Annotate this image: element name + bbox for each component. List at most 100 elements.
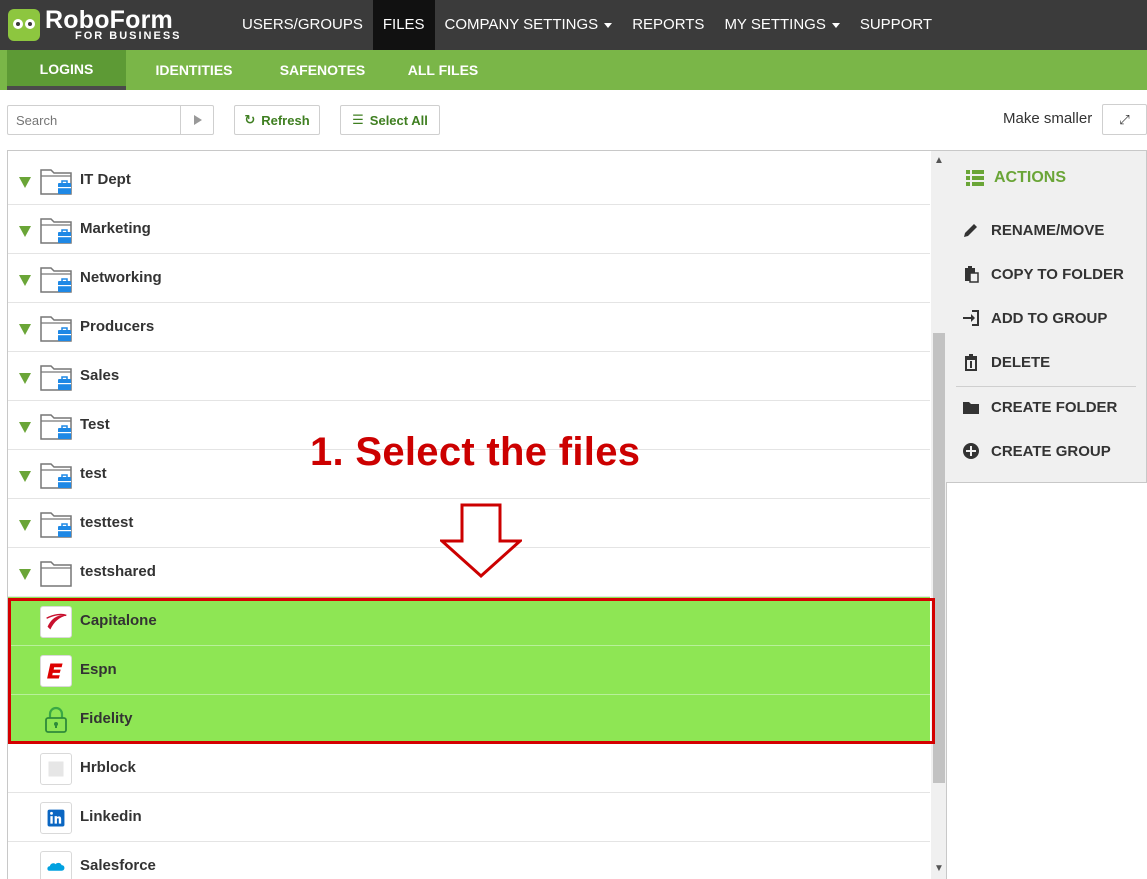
folder-icon — [40, 512, 72, 538]
create-group-button[interactable]: CREATE GROUP — [962, 442, 1111, 460]
top-bar: RoboForm FOR BUSINESS USERS/GROUPS FILES… — [0, 0, 1147, 50]
chevron-down-icon — [604, 22, 613, 28]
expand-triangle-icon[interactable] — [19, 275, 31, 286]
file-name: Producers — [80, 318, 155, 335]
actions-header: ACTIONS — [966, 169, 1066, 187]
folder-icon — [40, 365, 72, 391]
create-folder-button[interactable]: CREATE FOLDER — [962, 398, 1117, 416]
file-name: Test — [80, 416, 110, 433]
tab-identities[interactable]: IDENTITIES — [126, 50, 262, 90]
nav-my-settings[interactable]: MY SETTINGS — [714, 0, 849, 50]
file-name: Networking — [80, 269, 162, 286]
folder-icon — [40, 169, 72, 195]
folder-row[interactable]: Marketing — [8, 205, 930, 254]
actions-divider — [956, 386, 1136, 387]
nav-users-groups[interactable]: USERS/GROUPS — [232, 0, 373, 50]
roboform-logo-icon — [8, 9, 40, 41]
rename-move-button[interactable]: RENAME/MOVE — [962, 221, 1104, 239]
blank-site-icon — [40, 753, 72, 785]
login-row[interactable]: Espn — [8, 646, 930, 695]
expand-triangle-icon[interactable] — [19, 569, 31, 580]
tab-all-files[interactable]: ALL FILES — [383, 50, 503, 90]
list-icon — [966, 170, 984, 186]
refresh-icon: ↻ — [244, 112, 256, 127]
actions-panel: ACTIONS RENAME/MOVE COPY TO FOLDER ADD T… — [946, 150, 1147, 483]
make-smaller-label: Make smaller — [1003, 110, 1093, 127]
refresh-button[interactable]: ↻ Refresh — [234, 105, 320, 135]
folder-icon — [40, 414, 72, 440]
plus-circle-icon — [963, 443, 979, 459]
search-input[interactable] — [8, 106, 181, 134]
file-name: IT Dept — [80, 171, 131, 188]
tab-safenotes[interactable]: SAFENOTES — [262, 50, 383, 90]
scroll-thumb[interactable] — [933, 333, 945, 783]
trash-icon — [965, 354, 977, 371]
file-name: testshared — [80, 563, 156, 580]
login-row[interactable]: Hrblock — [8, 744, 930, 793]
expand-triangle-icon[interactable] — [19, 324, 31, 335]
arrow-down-icon — [440, 503, 522, 579]
copy-to-folder-button[interactable]: COPY TO FOLDER — [962, 265, 1124, 283]
expand-triangle-icon[interactable] — [19, 471, 31, 482]
expand-triangle-icon[interactable] — [19, 520, 31, 531]
tab-logins[interactable]: LOGINS — [7, 50, 126, 90]
lock-icon — [45, 706, 67, 733]
folder-icon — [40, 267, 72, 293]
delete-button[interactable]: DELETE — [962, 353, 1050, 371]
expand-triangle-icon[interactable] — [19, 422, 31, 433]
nav-files[interactable]: FILES — [372, 0, 435, 50]
sign-in-icon — [963, 310, 979, 326]
compress-icon: ⤢ — [1119, 112, 1130, 127]
list-icon: ☰ — [352, 112, 364, 127]
login-row[interactable]: Salesforce — [8, 842, 930, 879]
salesforce-icon — [40, 851, 72, 879]
clipboard-icon — [965, 266, 979, 283]
capitalone-icon — [40, 606, 72, 638]
search-box — [7, 105, 214, 135]
file-name: Linkedin — [80, 808, 142, 825]
folder-icon — [963, 402, 979, 414]
annotation-text: 1. Select the files — [310, 430, 641, 474]
file-name: Salesforce — [80, 857, 156, 874]
add-to-group-button[interactable]: ADD TO GROUP — [962, 309, 1107, 327]
file-name: Fidelity — [80, 710, 133, 727]
folder-icon — [40, 218, 72, 244]
make-smaller-button[interactable]: ⤢ — [1102, 104, 1147, 135]
top-nav: USERS/GROUPS FILES COMPANY SETTINGS REPO… — [232, 0, 942, 50]
expand-triangle-icon[interactable] — [19, 177, 31, 188]
logo-subtitle: FOR BUSINESS — [75, 30, 182, 42]
linkedin-icon — [40, 802, 72, 834]
folder-icon — [40, 316, 72, 342]
folder-icon — [40, 463, 72, 489]
scroll-up-icon[interactable]: ▲ — [931, 153, 946, 169]
folder-row[interactable]: IT Dept — [8, 156, 930, 205]
file-name: test — [80, 465, 107, 482]
login-row[interactable]: Capitalone — [8, 597, 930, 646]
expand-triangle-icon[interactable] — [19, 226, 31, 237]
login-row[interactable]: Fidelity — [8, 695, 930, 744]
file-name: Marketing — [80, 220, 151, 237]
chevron-down-icon — [831, 22, 840, 28]
search-go-icon[interactable] — [182, 106, 213, 134]
roboform-logo[interactable]: RoboForm FOR BUSINESS — [8, 6, 228, 46]
folder-row[interactable]: Sales — [8, 352, 930, 401]
scroll-down-icon[interactable]: ▼ — [931, 861, 946, 877]
folder-icon — [40, 561, 72, 587]
nav-company-settings[interactable]: COMPANY SETTINGS — [435, 0, 623, 50]
file-name: Capitalone — [80, 612, 157, 629]
select-all-button[interactable]: ☰ Select All — [340, 105, 440, 135]
folder-row[interactable]: Producers — [8, 303, 930, 352]
login-row[interactable]: Linkedin — [8, 793, 930, 842]
expand-triangle-icon[interactable] — [19, 373, 31, 384]
file-name: Espn — [80, 661, 117, 678]
folder-row[interactable]: Networking — [8, 254, 930, 303]
file-name: Sales — [80, 367, 120, 384]
file-name: Hrblock — [80, 759, 136, 776]
scrollbar[interactable]: ▲ ▼ — [931, 151, 946, 879]
pencil-icon — [964, 224, 977, 237]
file-name: testtest — [80, 514, 134, 531]
nav-support[interactable]: SUPPORT — [850, 0, 942, 50]
sub-nav-bar: LOGINS IDENTITIES SAFENOTES ALL FILES — [0, 50, 1147, 90]
nav-reports[interactable]: REPORTS — [622, 0, 714, 50]
espn-icon — [40, 655, 72, 687]
